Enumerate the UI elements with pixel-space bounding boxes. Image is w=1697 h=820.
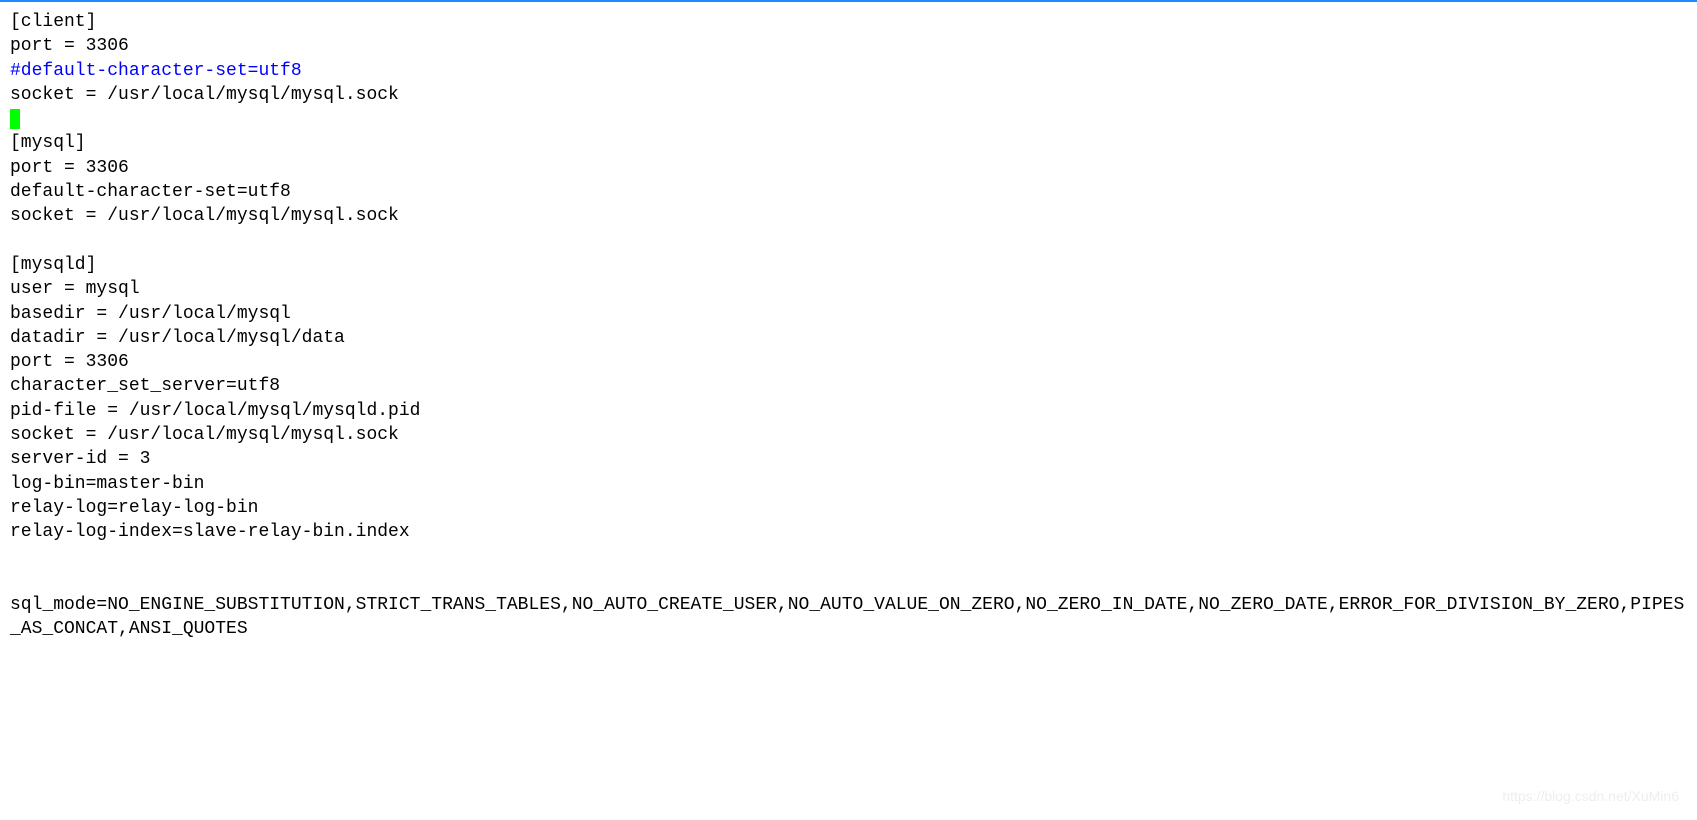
config-line: port = 3306 — [10, 158, 129, 178]
config-line: character_set_server=utf8 — [10, 376, 280, 396]
config-line: socket = /usr/local/mysql/mysql.sock — [10, 206, 399, 226]
config-line: [mysqld] — [10, 255, 96, 275]
config-line: socket = /usr/local/mysql/mysql.sock — [10, 85, 399, 105]
config-line: sql_mode=NO_ENGINE_SUBSTITUTION,STRICT_T… — [10, 595, 1684, 639]
config-line: relay-log=relay-log-bin — [10, 498, 258, 518]
config-line: [mysql] — [10, 133, 86, 153]
cursor-block — [10, 109, 20, 129]
config-line: pid-file = /usr/local/mysql/mysqld.pid — [10, 401, 420, 421]
watermark-text: https://blog.csdn.net/XuMin6 — [1502, 787, 1679, 806]
config-line: relay-log-index=slave-relay-bin.index — [10, 522, 410, 542]
config-line: socket = /usr/local/mysql/mysql.sock — [10, 425, 399, 445]
config-line: log-bin=master-bin — [10, 474, 204, 494]
config-line: user = mysql — [10, 279, 140, 299]
config-line: port = 3306 — [10, 352, 129, 372]
config-line: server-id = 3 — [10, 449, 150, 469]
config-line: default-character-set=utf8 — [10, 182, 291, 202]
config-line: [client] — [10, 12, 96, 32]
config-line: port = 3306 — [10, 36, 129, 56]
config-comment: #default-character-set=utf8 — [10, 61, 302, 81]
config-line: basedir = /usr/local/mysql — [10, 304, 291, 324]
config-line: datadir = /usr/local/mysql/data — [10, 328, 345, 348]
